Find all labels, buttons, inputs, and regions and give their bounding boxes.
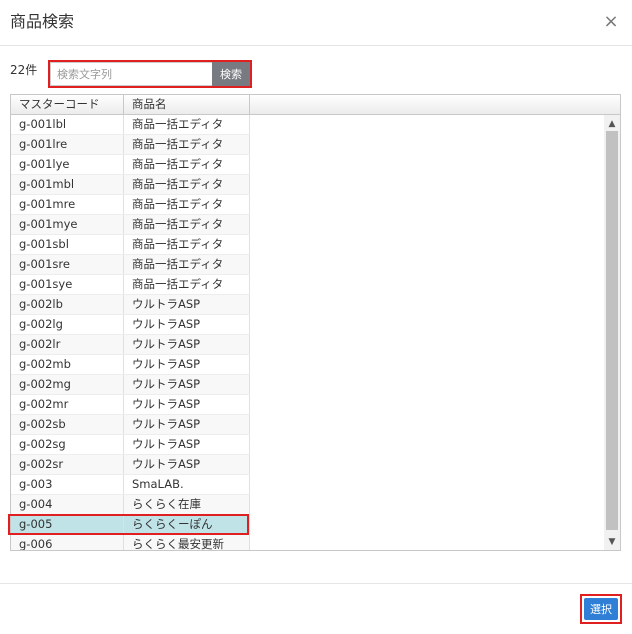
- column-header-product-name[interactable]: 商品名: [124, 95, 250, 114]
- result-count: 22件: [10, 63, 38, 77]
- cell-product-name: ウルトラASP: [124, 415, 250, 434]
- cell-product-name: 商品一括エディタ: [124, 215, 250, 234]
- cell-product-name: ウルトラASP: [124, 435, 250, 454]
- table-row[interactable]: g-001mre 商品一括エディタ: [11, 195, 250, 215]
- close-icon[interactable]: ×: [602, 11, 620, 33]
- cell-product-name: 商品一括エディタ: [124, 155, 250, 174]
- table-row[interactable]: g-001lbl 商品一括エディタ: [11, 115, 250, 135]
- table-row[interactable]: g-004 らくらく在庫: [11, 495, 250, 515]
- table-body: g-001lbl 商品一括エディタ g-001lre 商品一括エディタ g-001lye…: [11, 115, 604, 550]
- search-box: 検索: [48, 60, 252, 88]
- cell-product-name: ウルトラASP: [124, 455, 250, 474]
- cell-product-name: 商品一括エディタ: [124, 135, 250, 154]
- table-row[interactable]: g-001sye 商品一括エディタ: [11, 275, 250, 295]
- cell-master-code: g-001mbl: [11, 175, 124, 194]
- scroll-down-icon[interactable]: ▼: [604, 535, 620, 549]
- cell-master-code: g-002mr: [11, 395, 124, 414]
- cell-product-name: らくらく最安更新: [124, 535, 250, 550]
- search-button[interactable]: 検索: [212, 62, 250, 86]
- cell-product-name: ウルトラASP: [124, 335, 250, 354]
- search-input[interactable]: [50, 62, 212, 86]
- column-header-master-code[interactable]: マスターコード: [11, 95, 124, 114]
- cell-master-code: g-002lg: [11, 315, 124, 334]
- cell-product-name: らくらく在庫: [124, 495, 250, 514]
- cell-product-name: 商品一括エディタ: [124, 275, 250, 294]
- dialog-footer: [0, 583, 632, 634]
- table-row[interactable]: g-006 らくらく最安更新: [11, 535, 250, 550]
- cell-product-name: 商品一括エディタ: [124, 195, 250, 214]
- cell-master-code: g-002sb: [11, 415, 124, 434]
- table-header: マスターコード 商品名: [11, 95, 620, 115]
- table-row[interactable]: g-001sre 商品一括エディタ: [11, 255, 250, 275]
- cell-master-code: g-001lbl: [11, 115, 124, 134]
- dialog-header: 商品検索 ×: [0, 0, 632, 46]
- table-row[interactable]: g-001lre 商品一括エディタ: [11, 135, 250, 155]
- select-button[interactable]: 選択: [584, 598, 618, 620]
- table-row[interactable]: g-002sg ウルトラASP: [11, 435, 250, 455]
- cell-product-name: 商品一括エディタ: [124, 115, 250, 134]
- vertical-scrollbar[interactable]: ▲ ▼: [604, 115, 620, 550]
- table-row[interactable]: g-002lr ウルトラASP: [11, 335, 250, 355]
- scroll-thumb[interactable]: [606, 131, 618, 530]
- cell-product-name: SmaLAB.: [124, 475, 250, 494]
- table-row[interactable]: g-005 らくらくーぽん: [11, 515, 250, 535]
- cell-master-code: g-002mg: [11, 375, 124, 394]
- table-row[interactable]: g-002mg ウルトラASP: [11, 375, 250, 395]
- table-row[interactable]: g-001sbl 商品一括エディタ: [11, 235, 250, 255]
- cell-master-code: g-001lye: [11, 155, 124, 174]
- table-row[interactable]: g-002lb ウルトラASP: [11, 295, 250, 315]
- cell-master-code: g-001sbl: [11, 235, 124, 254]
- table-row[interactable]: g-002lg ウルトラASP: [11, 315, 250, 335]
- table-row[interactable]: g-002mr ウルトラASP: [11, 395, 250, 415]
- product-table: マスターコード 商品名 g-001lbl 商品一括エディタ g-001lre 商品一括…: [10, 94, 621, 551]
- cell-product-name: 商品一括エディタ: [124, 235, 250, 254]
- cell-master-code: g-001sre: [11, 255, 124, 274]
- cell-product-name: ウルトラASP: [124, 295, 250, 314]
- cell-master-code: g-004: [11, 495, 124, 514]
- table-row[interactable]: g-001mbl 商品一括エディタ: [11, 175, 250, 195]
- dialog-title: 商品検索: [10, 12, 75, 31]
- table-row[interactable]: g-001lye 商品一括エディタ: [11, 155, 250, 175]
- product-search-dialog: 商品検索 × 22件 検索 マスターコード 商品名 g-001lbl商品一括エデ…: [0, 0, 632, 634]
- cell-product-name: らくらくーぽん: [124, 515, 250, 534]
- cell-product-name: ウルトラASP: [124, 355, 250, 374]
- table-row[interactable]: g-003 SmaLAB.: [11, 475, 250, 495]
- table-row[interactable]: g-002sr ウルトラASP: [11, 455, 250, 475]
- cell-product-name: 商品一括エディタ: [124, 255, 250, 274]
- cell-product-name: 商品一括エディタ: [124, 175, 250, 194]
- cell-master-code: g-001mye: [11, 215, 124, 234]
- cell-master-code: g-006: [11, 535, 124, 550]
- cell-master-code: g-002mb: [11, 355, 124, 374]
- cell-master-code: g-002sr: [11, 455, 124, 474]
- cell-product-name: ウルトラASP: [124, 375, 250, 394]
- cell-master-code: g-001sye: [11, 275, 124, 294]
- table-row[interactable]: g-002sb ウルトラASP: [11, 415, 250, 435]
- cell-master-code: g-002lr: [11, 335, 124, 354]
- cell-master-code: g-005: [11, 515, 124, 534]
- cell-product-name: ウルトラASP: [124, 315, 250, 334]
- table-row[interactable]: g-002mb ウルトラASP: [11, 355, 250, 375]
- cell-master-code: g-001lre: [11, 135, 124, 154]
- cell-master-code: g-003: [11, 475, 124, 494]
- scroll-up-icon[interactable]: ▲: [604, 117, 620, 131]
- table-row[interactable]: g-001mye 商品一括エディタ: [11, 215, 250, 235]
- cell-master-code: g-002sg: [11, 435, 124, 454]
- cell-master-code: g-001mre: [11, 195, 124, 214]
- cell-master-code: g-002lb: [11, 295, 124, 314]
- cell-product-name: ウルトラASP: [124, 395, 250, 414]
